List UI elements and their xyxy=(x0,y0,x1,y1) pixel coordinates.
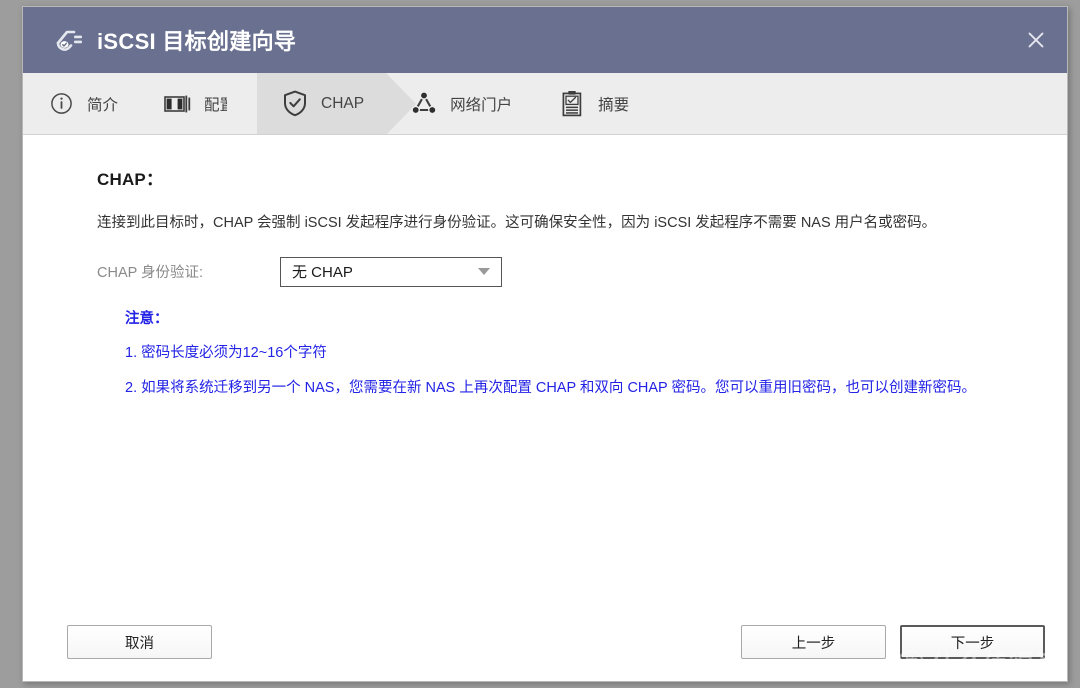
wizard-step-bar: 简介 配置 xyxy=(23,73,1067,135)
step-label: 简介 xyxy=(87,93,118,115)
step-summary[interactable]: 摘要 xyxy=(534,73,651,134)
clipboard-check-icon xyxy=(558,90,586,118)
cancel-button[interactable]: 取消 xyxy=(67,625,212,659)
shield-check-icon xyxy=(281,90,309,118)
chap-auth-label: CHAP 身份验证: xyxy=(97,261,280,282)
window-titlebar: iSCSI 目标创建向导 xyxy=(23,7,1067,73)
info-circle-icon xyxy=(47,90,75,118)
wizard-footer: 取消 上一步 下一步 xyxy=(23,603,1067,681)
wizard-body: CHAP： 连接到此目标时，CHAP 会强制 iSCSI 发起程序进行身份验证。… xyxy=(23,135,1067,603)
previous-button[interactable]: 上一步 xyxy=(741,625,886,659)
notes-block: 注意： 1. 密码长度必须为12~16个字符 2. 如果将系统迁移到另一个 NA… xyxy=(125,307,1027,400)
page-title: CHAP： xyxy=(97,165,1027,190)
notes-heading: 注意： xyxy=(125,307,1027,328)
iscsi-plug-icon xyxy=(53,25,85,55)
chap-description: 连接到此目标时，CHAP 会强制 iSCSI 发起程序进行身份验证。这可确保安全… xyxy=(97,213,1027,235)
step-network-portal[interactable]: 网络门户 xyxy=(386,73,534,134)
step-intro[interactable]: 简介 xyxy=(23,73,140,134)
chap-auth-select[interactable]: 无 CHAP xyxy=(280,257,502,287)
close-icon[interactable] xyxy=(1021,25,1051,55)
next-button[interactable]: 下一步 xyxy=(900,625,1045,659)
iscsi-wizard-window: iSCSI 目标创建向导 简介 xyxy=(22,6,1068,682)
chap-auth-row: CHAP 身份验证: 无 CHAP xyxy=(97,257,1027,287)
step-label: 网络门户 xyxy=(450,93,512,115)
step-label: 摘要 xyxy=(598,93,629,115)
chevron-down-icon xyxy=(478,268,490,275)
storage-bars-icon xyxy=(164,90,192,118)
note-item: 1. 密码长度必须为12~16个字符 xyxy=(125,342,1001,365)
screen: iSCSI 目标创建向导 简介 xyxy=(0,0,1080,688)
step-chap[interactable]: CHAP xyxy=(257,73,386,134)
network-topology-icon xyxy=(410,90,438,118)
window-title: iSCSI 目标创建向导 xyxy=(97,24,296,56)
step-label: CHAP xyxy=(321,95,364,113)
note-item: 2. 如果将系统迁移到另一个 NAS，您需要在新 NAS 上再次配置 CHAP … xyxy=(125,377,1001,400)
chap-auth-selected-value: 无 CHAP xyxy=(292,261,478,282)
